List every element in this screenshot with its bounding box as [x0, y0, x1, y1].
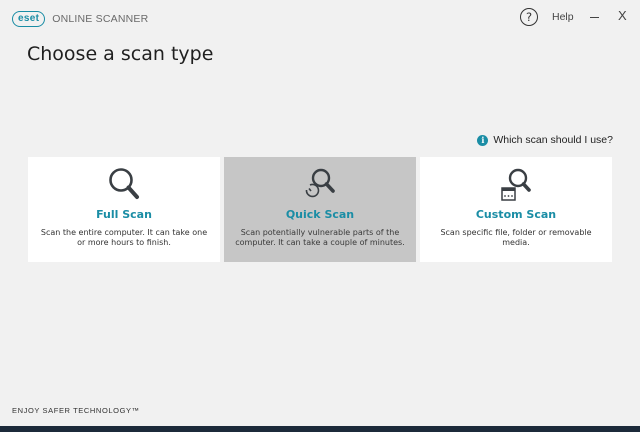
- footer-tagline: ENJOY SAFER TECHNOLOGY™: [12, 406, 140, 415]
- taskbar-strip: [0, 426, 640, 432]
- custom-scan-title: Custom Scan: [475, 208, 557, 221]
- minimize-icon[interactable]: [590, 17, 599, 18]
- quick-scan-card[interactable]: Quick Scan Scan potentially vulnerable p…: [224, 157, 416, 262]
- full-scan-title: Full Scan: [96, 208, 152, 221]
- custom-scan-description: Scan specific file, folder or removable …: [440, 228, 592, 247]
- magnifier-icon: [109, 168, 139, 199]
- page-title: Choose a scan type: [27, 43, 214, 65]
- custom-scan-card[interactable]: Custom Scan Scan specific file, folder o…: [420, 157, 612, 262]
- info-icon: i: [477, 134, 489, 146]
- full-scan-description: Scan the entire computer. It can take on…: [40, 228, 208, 247]
- scan-type-cards: Full Scan Scan the entire computer. It c…: [28, 157, 612, 262]
- full-scan-card[interactable]: Full Scan Scan the entire computer. It c…: [28, 157, 220, 262]
- magnifier-clock-icon: [305, 168, 335, 198]
- help-button[interactable]: Help: [552, 11, 574, 23]
- magnifier-window-icon: [501, 168, 531, 201]
- quick-scan-title: Quick Scan: [285, 208, 355, 221]
- scanner-window: eset ONLINE SCANNER ? Help X Choose a sc…: [0, 0, 640, 426]
- which-scan-link[interactable]: i Which scan should I use?: [477, 134, 613, 146]
- help-icon[interactable]: ?: [520, 8, 538, 26]
- logo-text: ONLINE SCANNER: [52, 13, 149, 25]
- close-button[interactable]: X: [618, 8, 627, 23]
- quick-scan-description: Scan potentially vulnerable parts of the…: [235, 228, 405, 247]
- logo-badge: eset: [12, 11, 46, 27]
- which-scan-label[interactable]: Which scan should I use?: [493, 134, 613, 146]
- eset-logo: eset ONLINE SCANNER: [12, 11, 148, 27]
